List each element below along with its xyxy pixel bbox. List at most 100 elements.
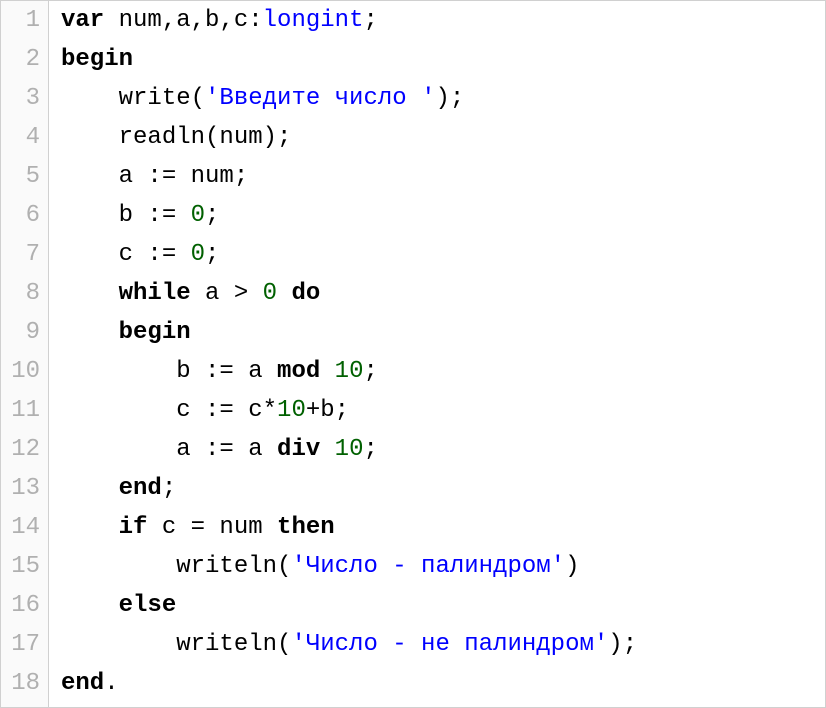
code-line: while a > 0 do [61, 274, 813, 313]
indent [61, 631, 176, 658]
line-number: 18 [5, 664, 40, 703]
token-pn: ; [363, 7, 377, 34]
indent [61, 85, 119, 112]
code-line: writeln('Число - палиндром') [61, 547, 813, 586]
code-editor: 123456789101112131415161718 var num,a,b,… [0, 0, 826, 708]
token-pn: ); [608, 631, 637, 658]
line-number: 9 [5, 313, 40, 352]
line-number: 14 [5, 508, 40, 547]
token-pn: b := [119, 202, 191, 229]
token-pn: writeln( [176, 631, 291, 658]
token-num: 0 [191, 241, 205, 268]
token-pn: ); [435, 85, 464, 112]
token-kw: else [119, 592, 177, 619]
token-pn: ; [205, 241, 219, 268]
line-number: 7 [5, 235, 40, 274]
token-pn: a := a [176, 436, 277, 463]
code-line: writeln('Число - не палиндром'); [61, 625, 813, 664]
code-line: readln(num); [61, 118, 813, 157]
token-pn: ; [162, 475, 176, 502]
line-number: 4 [5, 118, 40, 157]
token-pn: c = num [147, 514, 277, 541]
token-num: 10 [335, 436, 364, 463]
token-kw: begin [61, 46, 133, 73]
indent [61, 514, 119, 541]
code-line: a := a div 10; [61, 430, 813, 469]
code-line: a := num; [61, 157, 813, 196]
indent [61, 592, 119, 619]
code-line: end. [61, 664, 813, 703]
token-pn: ; [363, 358, 377, 385]
indent [61, 436, 176, 463]
token-kw: var [61, 7, 104, 34]
indent [61, 124, 119, 151]
indent [61, 397, 176, 424]
token-str: 'Число - не палиндром' [291, 631, 608, 658]
token-num: 0 [263, 280, 277, 307]
token-str: 'Число - палиндром' [291, 553, 565, 580]
code-area: var num,a,b,c:longint; begin write('Введи… [49, 1, 825, 707]
line-number: 10 [5, 352, 40, 391]
token-kw: div [277, 436, 320, 463]
code-line: c := 0; [61, 235, 813, 274]
line-number: 17 [5, 625, 40, 664]
line-number: 2 [5, 40, 40, 79]
line-number: 5 [5, 157, 40, 196]
line-number-gutter: 123456789101112131415161718 [1, 1, 49, 707]
token-pn: . [104, 670, 118, 697]
token-kw: do [291, 280, 320, 307]
token-pn: write( [119, 85, 205, 112]
token-pn: c := c* [176, 397, 277, 424]
indent [61, 475, 119, 502]
line-number: 13 [5, 469, 40, 508]
indent [61, 163, 119, 190]
indent [61, 202, 119, 229]
token-pn: ; [205, 202, 219, 229]
line-number: 1 [5, 1, 40, 40]
code-line: b := a mod 10; [61, 352, 813, 391]
token-pn: a > [191, 280, 263, 307]
token-pn: a := num; [119, 163, 249, 190]
token-num: 10 [277, 397, 306, 424]
code-line: else [61, 586, 813, 625]
code-line: if c = num then [61, 508, 813, 547]
token-pn: +b; [306, 397, 349, 424]
token-pn: c := [119, 241, 191, 268]
token-kw: end [119, 475, 162, 502]
code-line: begin [61, 313, 813, 352]
token-pn: ) [565, 553, 579, 580]
code-line: write('Введите число '); [61, 79, 813, 118]
token-pn: b := a [176, 358, 277, 385]
token-pn: writeln( [176, 553, 291, 580]
token-num: 10 [335, 358, 364, 385]
line-number: 6 [5, 196, 40, 235]
token-num: 0 [191, 202, 205, 229]
line-number: 16 [5, 586, 40, 625]
token-pn [320, 358, 334, 385]
token-type: longint [263, 7, 364, 34]
indent [61, 358, 176, 385]
token-pn: num,a,b,c: [104, 7, 262, 34]
token-kw: mod [277, 358, 320, 385]
code-line: b := 0; [61, 196, 813, 235]
code-line: end; [61, 469, 813, 508]
token-kw: begin [119, 319, 191, 346]
line-number: 12 [5, 430, 40, 469]
code-line: var num,a,b,c:longint; [61, 1, 813, 40]
indent [61, 319, 119, 346]
token-kw: end [61, 670, 104, 697]
token-kw: while [119, 280, 191, 307]
line-number: 15 [5, 547, 40, 586]
line-number: 11 [5, 391, 40, 430]
code-line: c := c*10+b; [61, 391, 813, 430]
indent [61, 280, 119, 307]
token-pn [277, 280, 291, 307]
token-kw: if [119, 514, 148, 541]
token-pn: ; [363, 436, 377, 463]
code-line: begin [61, 40, 813, 79]
line-number: 8 [5, 274, 40, 313]
token-str: 'Введите число ' [205, 85, 435, 112]
indent [61, 553, 176, 580]
token-kw: then [277, 514, 335, 541]
token-pn [320, 436, 334, 463]
